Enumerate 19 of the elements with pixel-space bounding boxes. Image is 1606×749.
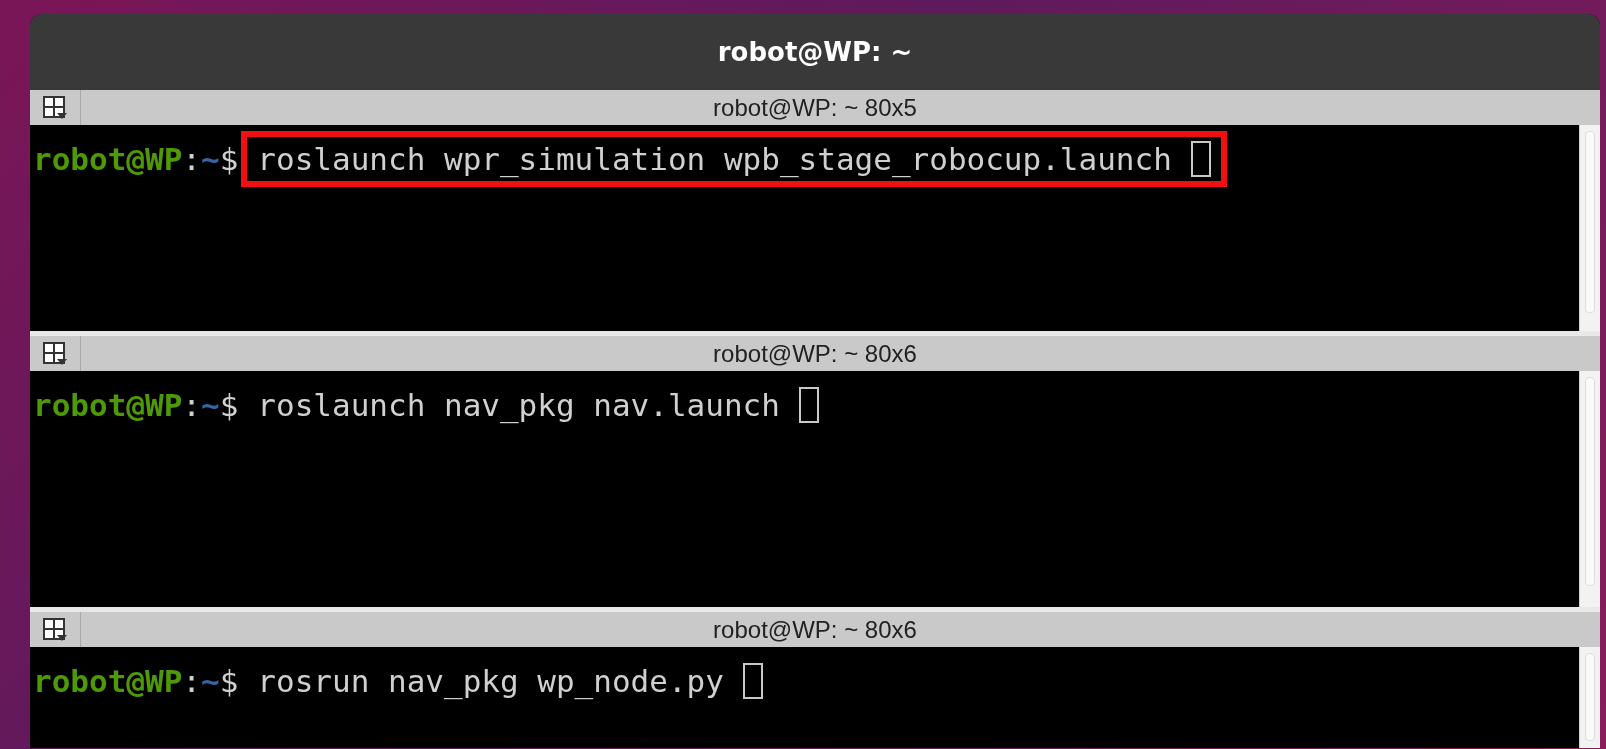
shell-prompt: robot@WP:~$ bbox=[33, 387, 239, 423]
command-text: rosrun nav_pkg wp_node.py bbox=[257, 663, 724, 699]
command-text: roslaunch wpr_simulation wpb_stage_robocup.launch bbox=[257, 141, 1172, 177]
pane-title: robot@WP: ~ 80x5 bbox=[713, 93, 917, 122]
pane-title: robot@WP: ~ 80x6 bbox=[713, 615, 917, 644]
command-text: roslaunch nav_pkg nav.launch bbox=[257, 387, 780, 423]
shell-prompt: robot@WP:~$ bbox=[33, 141, 239, 177]
grid-menu-icon[interactable] bbox=[42, 340, 68, 367]
cursor bbox=[1190, 141, 1211, 177]
scrollbar[interactable] bbox=[1579, 647, 1600, 748]
cursor bbox=[742, 663, 763, 699]
scrollbar[interactable] bbox=[1579, 371, 1600, 607]
window-title: robot@WP: ~ bbox=[717, 37, 913, 67]
grid-menu-icon[interactable] bbox=[42, 616, 68, 643]
cursor bbox=[798, 387, 819, 423]
scrollbar[interactable] bbox=[1579, 125, 1600, 331]
pane-title: robot@WP: ~ 80x6 bbox=[713, 339, 917, 368]
grid-menu-icon[interactable] bbox=[42, 94, 68, 121]
shell-prompt: robot@WP:~$ bbox=[33, 663, 239, 699]
